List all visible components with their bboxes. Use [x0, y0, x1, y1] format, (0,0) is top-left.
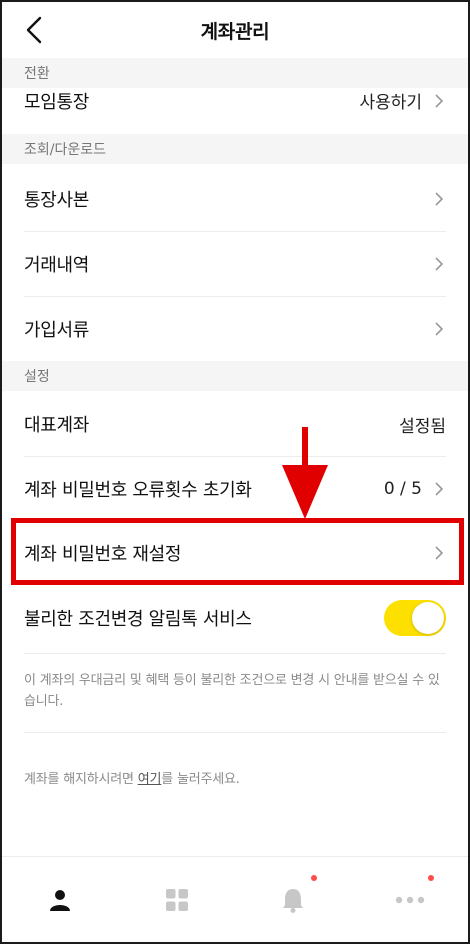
close-account-notice: 계좌를 해지하시려면 여기를 눌러주세요. [24, 768, 446, 787]
tab-more[interactable] [352, 857, 469, 942]
row-reset-password-errors[interactable]: 계좌 비밀번호 오류횟수 초기화 0 / 5 [2, 457, 468, 521]
page-title: 계좌관리 [200, 20, 270, 43]
row-transaction-history[interactable]: 거래내역 [2, 232, 468, 296]
chevron-right-icon [435, 482, 444, 496]
section-header-inquiry: 조회/다운로드 [2, 134, 468, 164]
tab-profile[interactable] [2, 857, 119, 942]
row-label: 통장사본 [24, 190, 90, 211]
row-value: 설정됨 [399, 416, 446, 437]
row-label: 대표계좌 [24, 415, 90, 436]
chevron-right-icon [435, 93, 444, 108]
row-label: 계좌 비밀번호 오류횟수 초기화 [24, 480, 252, 501]
row-signup-documents[interactable]: 가입서류 [2, 297, 468, 361]
close-notice-prefix: 계좌를 해지하시려면 [24, 772, 138, 787]
row-bankbook-copy[interactable]: 통장사본 [2, 167, 468, 231]
notification-badge-bell [311, 875, 317, 881]
chevron-right-icon [435, 322, 444, 336]
chevron-right-icon [435, 192, 444, 206]
back-chevron-icon [26, 16, 42, 44]
close-account-link[interactable]: 여기 [138, 772, 162, 787]
tab-menu[interactable] [119, 857, 236, 942]
section-header-settings: 설정 [2, 361, 468, 391]
notification-badge-more [428, 875, 434, 881]
row-primary-account[interactable]: 대표계좌 설정됨 [2, 392, 468, 456]
person-icon [50, 889, 71, 911]
alert-toggle[interactable] [384, 600, 446, 636]
toggle-knob [412, 602, 444, 634]
grid-icon [165, 888, 188, 911]
bell-icon [283, 888, 304, 913]
row-value: 사용하기 [359, 93, 422, 113]
row-alert-service: 불리한 조건변경 알림톡 서비스 [2, 586, 468, 650]
chevron-right-icon [435, 257, 444, 271]
row-reset-password[interactable]: 계좌 비밀번호 재설정 [2, 522, 468, 584]
header: 계좌관리 [2, 2, 468, 58]
divider [24, 653, 446, 654]
back-button[interactable] [18, 14, 50, 46]
tab-bar [2, 856, 468, 942]
annotation-arrow-icon [282, 427, 328, 519]
row-label: 모임통장 [24, 92, 90, 113]
chevron-right-icon [435, 546, 444, 560]
app-frame: 계좌관리 전환 모임통장 사용하기 조회/다운로드 통장사본 거래내역 가입서류… [0, 0, 470, 944]
divider [24, 732, 446, 733]
notice-text: 이 계좌의 우대금리 및 혜택 등이 불리한 조건으로 변경 시 안내를 받으실… [24, 673, 440, 709]
close-notice-suffix: 를 눌러주세요. [161, 772, 240, 787]
row-label: 계좌 비밀번호 재설정 [24, 544, 182, 565]
row-label: 불리한 조건변경 알림톡 서비스 [24, 609, 252, 630]
tab-notifications[interactable] [235, 857, 352, 942]
row-value: 0 / 5 [383, 479, 422, 499]
section-header-switch: 전환 [2, 58, 468, 88]
more-icon [395, 896, 424, 903]
row-group-account[interactable]: 모임통장 사용하기 [2, 88, 468, 118]
row-label: 거래내역 [24, 255, 90, 276]
row-label: 가입서류 [24, 320, 90, 341]
